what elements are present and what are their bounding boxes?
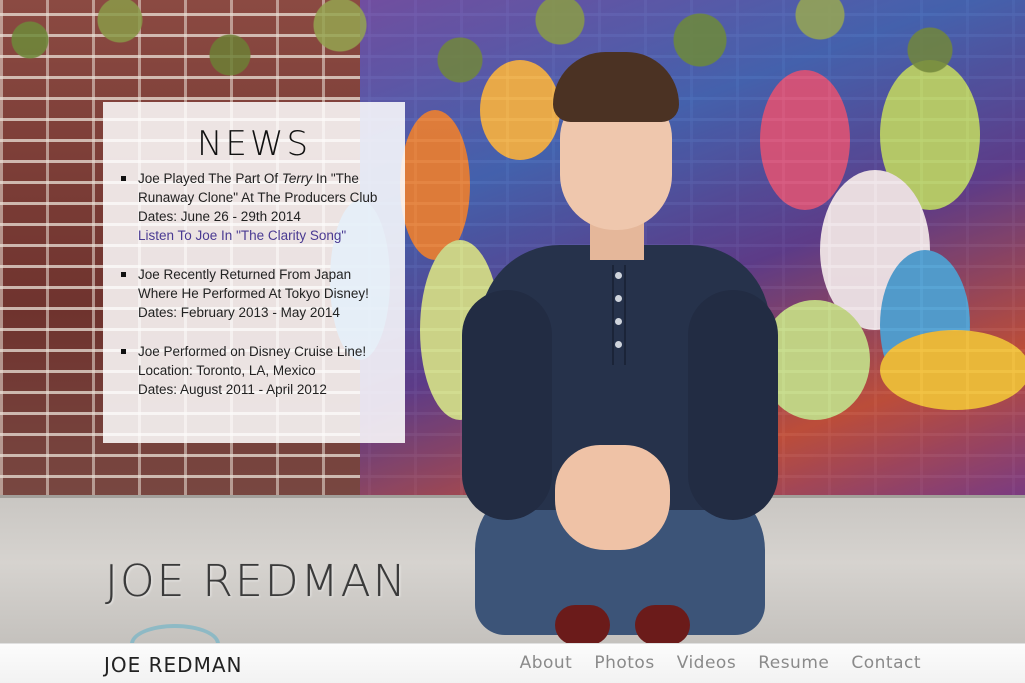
bottom-navbar: JOE REDMAN About Photos Videos Resume Co…	[0, 643, 1025, 683]
nav-link-resume[interactable]: Resume	[758, 653, 829, 673]
news-panel: NEWS Joe Played The Part Of Terry In "Th…	[103, 102, 405, 443]
news-list: Joe Played The Part Of Terry In "The Run…	[120, 169, 390, 419]
clarity-song-link[interactable]: Listen To Joe In "The Clarity Song"	[138, 226, 390, 245]
bullet-icon	[121, 272, 126, 277]
bullet-icon	[121, 349, 126, 354]
news-item-detail: Runaway Clone" At The Producers Club	[138, 190, 378, 205]
nav-link-contact[interactable]: Contact	[851, 653, 921, 673]
page: NEWS Joe Played The Part Of Terry In "Th…	[0, 0, 1025, 683]
news-item-detail: Location: Toronto, LA, Mexico	[138, 363, 316, 378]
news-item-headline: Joe Recently Returned From Japan	[138, 267, 352, 282]
news-heading: NEWS	[196, 124, 312, 164]
nav-brand-home-link[interactable]: JOE REDMAN	[104, 653, 242, 677]
bullet-icon	[121, 176, 126, 181]
news-item-dates: Dates: June 26 - 29th 2014	[138, 209, 301, 224]
news-item: Joe Recently Returned From Japan Where H…	[120, 265, 390, 322]
nav-link-videos[interactable]: Videos	[677, 653, 737, 673]
nav-links: About Photos Videos Resume Contact	[520, 653, 921, 673]
news-item: Joe Performed on Disney Cruise Line! Loc…	[120, 342, 390, 399]
role-name: Terry	[281, 171, 313, 186]
hero-photo-person	[440, 50, 800, 645]
hero-name: JOE REDMAN	[105, 556, 408, 607]
news-item: Joe Played The Part Of Terry In "The Run…	[120, 169, 390, 245]
news-item-dates: Dates: August 2011 - April 2012	[138, 382, 327, 397]
news-item-detail: Where He Performed At Tokyo Disney!	[138, 286, 369, 301]
nav-link-photos[interactable]: Photos	[594, 653, 654, 673]
news-item-dates: Dates: February 2013 - May 2014	[138, 305, 340, 320]
nav-link-about[interactable]: About	[520, 653, 573, 673]
news-item-headline: Joe Played The Part Of Terry In "The	[138, 171, 359, 186]
news-item-headline: Joe Performed on Disney Cruise Line!	[138, 344, 367, 359]
